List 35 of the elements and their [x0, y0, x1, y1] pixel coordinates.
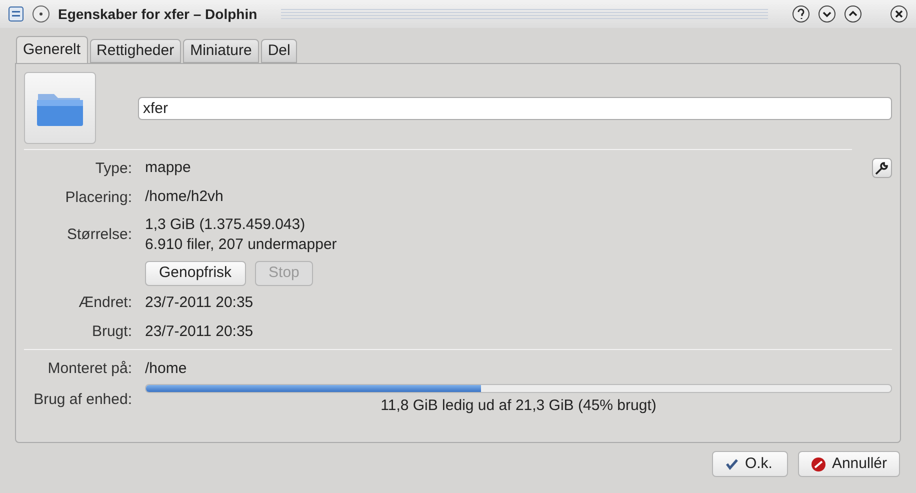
field-label: Størrelse: — [66, 224, 132, 245]
maximize-icon[interactable] — [844, 5, 862, 23]
tab[interactable]: Del — [260, 39, 298, 63]
check-icon — [724, 457, 739, 471]
help-icon[interactable] — [792, 5, 810, 23]
cancel-button[interactable]: Annullér — [798, 451, 900, 477]
folder-icon-button[interactable] — [24, 72, 96, 144]
field-value: /home — [145, 359, 188, 379]
field-value: 23/7-2011 20:35 — [145, 293, 254, 313]
field-value: /home/h2vh — [145, 186, 224, 206]
tab[interactable]: Miniature — [183, 39, 259, 63]
close-icon[interactable] — [890, 5, 908, 23]
refresh-button[interactable]: Genopfrisk — [145, 261, 246, 286]
pin-icon[interactable] — [32, 5, 50, 23]
field-value: 23/7-2011 20:35 — [145, 322, 254, 342]
field-value: mappe — [145, 158, 192, 178]
field-label: Brug af enhed: — [32, 390, 132, 410]
configure-button[interactable] — [872, 158, 892, 178]
app-icon — [8, 6, 24, 22]
field-label: Type: — [94, 159, 132, 179]
field-label: Placering: — [64, 188, 132, 208]
field-value: 1,3 GiB (1.375.459.043) — [145, 215, 306, 235]
usage-text: 11,8 GiB ledig ud af 21,3 GiB (45% brugt) — [380, 396, 656, 416]
field-label: Ændret: — [78, 293, 132, 313]
cancel-icon — [810, 456, 826, 472]
tab[interactable]: Generelt — [16, 36, 88, 63]
wrench-icon — [875, 161, 889, 175]
ok-button[interactable]: O.k. — [712, 451, 788, 477]
field-label: Brugt: — [90, 322, 132, 342]
field-label: Monteret på: — [46, 359, 132, 379]
name-field[interactable]: xfer — [138, 96, 892, 120]
window-title: Egenskaber for xfer – Dolphin — [58, 4, 258, 24]
minimize-icon[interactable] — [818, 5, 836, 23]
tab[interactable]: Rettigheder — [90, 39, 182, 63]
field-value: 6.910 filer, 207 undermapper — [145, 235, 338, 255]
